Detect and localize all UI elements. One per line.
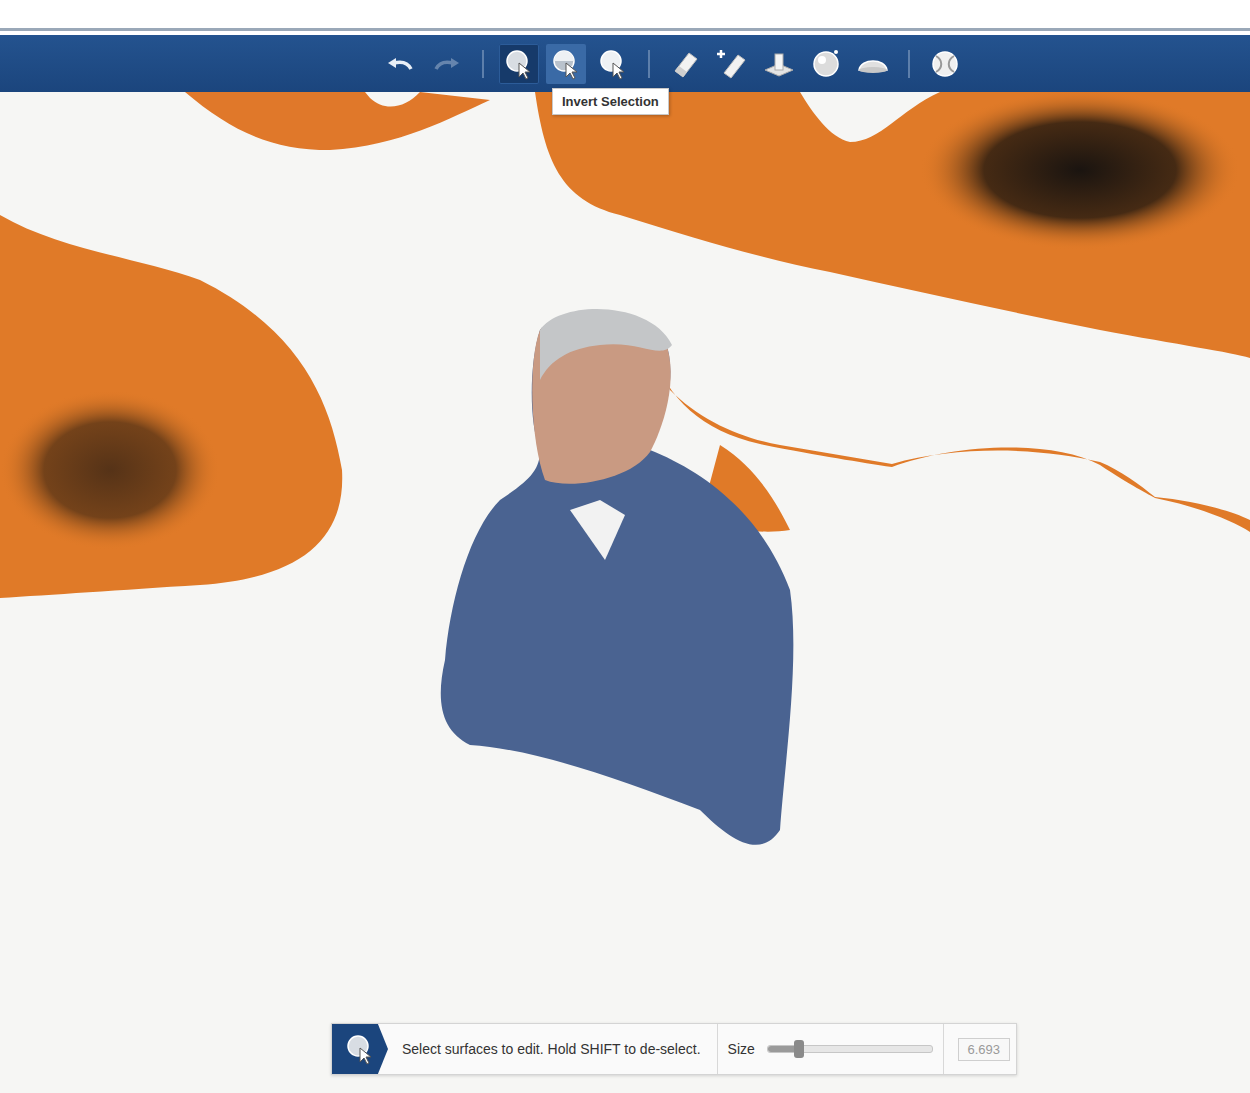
tool-hint: Select surfaces to edit. Hold SHIFT to d… [388,1024,718,1074]
dome-button[interactable] [853,44,893,84]
size-slider-thumb[interactable] [794,1040,804,1058]
select-clear-icon [593,44,633,84]
select-invert-icon [546,44,586,84]
size-value-field: 6.693 [958,1038,1010,1061]
redo-icon [427,44,467,84]
extrude-icon [759,44,799,84]
toolbar [0,35,1250,92]
title-strip [0,0,1250,28]
eraser-icon [665,44,705,84]
select-invert-button[interactable] [546,44,586,84]
viewport[interactable] [0,92,1250,1093]
scene-model[interactable] [0,92,1250,1093]
extrude-button[interactable] [759,44,799,84]
select-button[interactable] [499,44,539,84]
toolbar-separator [908,50,910,78]
eraser-add-button[interactable] [712,44,752,84]
redo-button [427,44,467,84]
size-label: Size [728,1041,755,1057]
eraser-button[interactable] [665,44,705,84]
select-icon [340,1029,380,1069]
undo-button[interactable] [380,44,420,84]
size-slider[interactable] [767,1045,933,1053]
toolbar-separator [648,50,650,78]
select-clear-button[interactable] [593,44,633,84]
tool-options-bar: Select surfaces to edit. Hold SHIFT to d… [331,1023,1017,1075]
toolbar-separator [482,50,484,78]
size-control: Size [718,1024,944,1074]
dome-icon [853,44,893,84]
active-tool-badge [332,1024,388,1074]
sphere-button[interactable] [806,44,846,84]
ball-icon [925,44,965,84]
select-icon [499,44,539,84]
eraser-add-icon [712,44,752,84]
tooltip: Invert Selection [552,88,669,115]
sphere-icon [806,44,846,84]
ball-button[interactable] [925,44,965,84]
undo-icon [380,44,420,84]
